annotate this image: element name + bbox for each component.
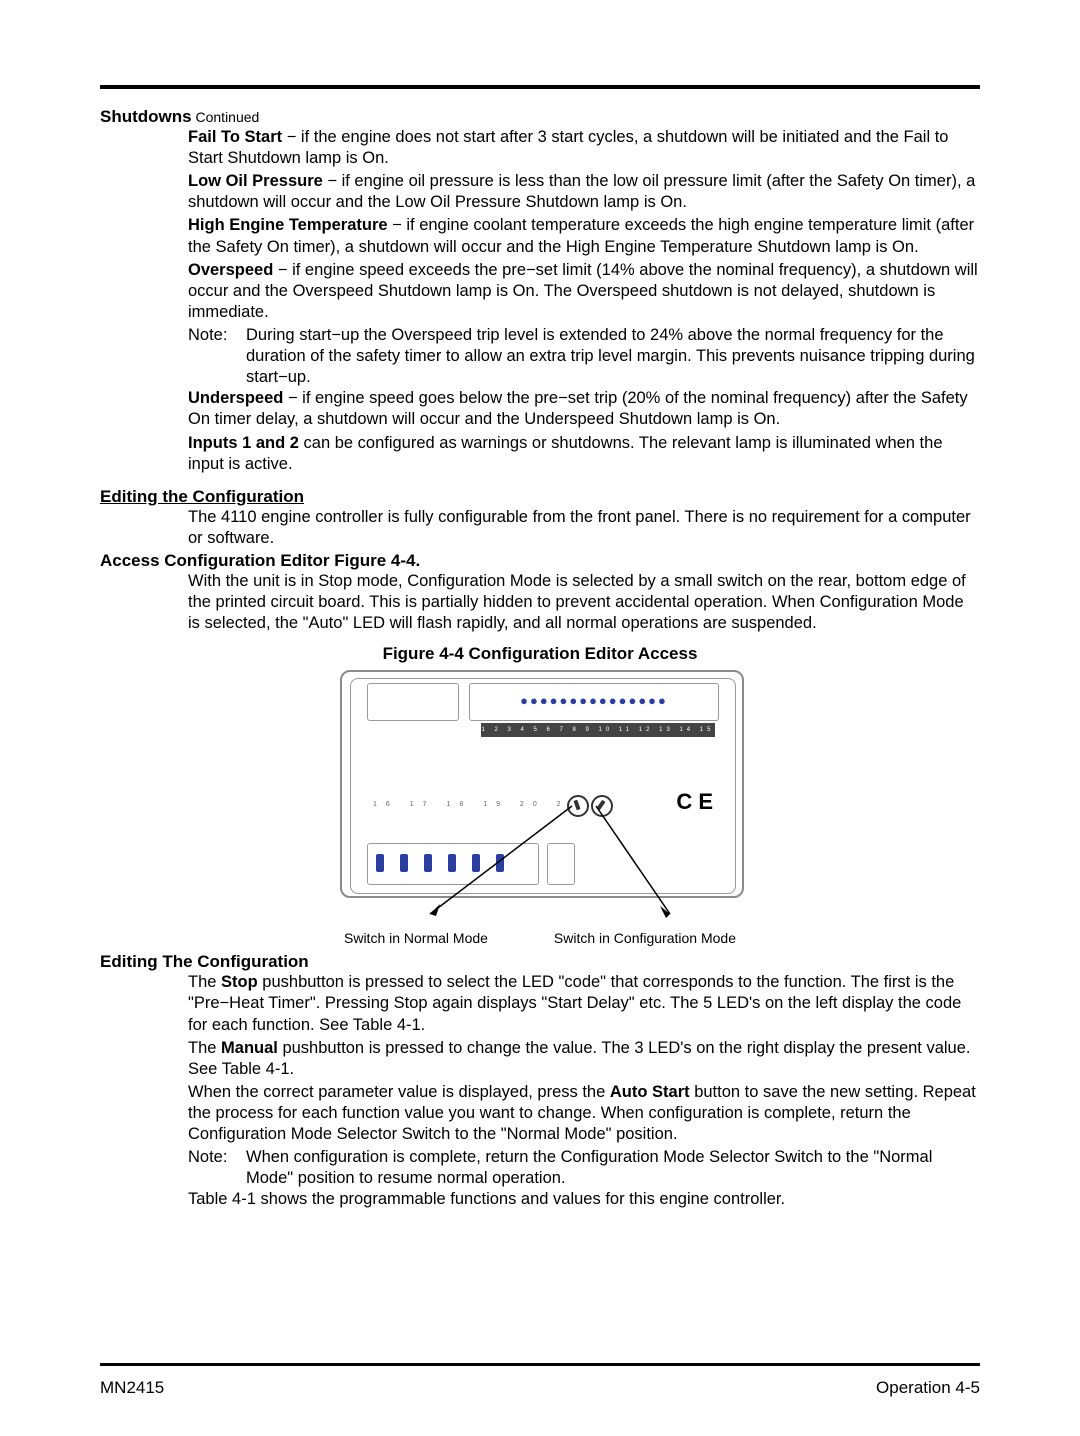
access-ref: Figure 4-4. <box>330 551 421 570</box>
terminal-block-top-right: ●●●●●●●●●●●●●●● <box>469 683 719 721</box>
manual-button-ref: Manual <box>221 1039 278 1057</box>
editing-note-text: When configuration is complete, return t… <box>246 1147 980 1189</box>
footer-left: MN2415 <box>100 1378 164 1398</box>
editing-heading: Editing the Configuration <box>100 487 980 507</box>
shutdowns-heading: Shutdowns Continued <box>100 107 980 127</box>
figure-label-left: Switch in Normal Mode <box>344 930 488 946</box>
high-temp-label: High Engine Temperature <box>188 216 388 234</box>
terminal-numbers-top: 1 2 3 4 5 6 7 8 9 10 11 12 13 14 15 <box>481 723 715 737</box>
note-label: Note: <box>188 325 236 388</box>
connector-block <box>547 843 575 885</box>
access-heading: Access Configuration Editor <box>100 551 330 570</box>
editing-p1: The Stop pushbutton is pressed to select… <box>188 972 980 1035</box>
editing-note: Note: When configuration is complete, re… <box>188 1147 980 1189</box>
low-oil: Low Oil Pressure − if engine oil pressur… <box>188 171 980 213</box>
footer-right: Operation 4-5 <box>876 1378 980 1398</box>
inputs-text: can be configured as warnings or shutdow… <box>188 434 943 473</box>
editing-p4: Table 4-1 shows the programmable functio… <box>188 1189 980 1210</box>
inputs-label: Inputs 1 and 2 <box>188 434 299 452</box>
editing-p2: The Manual pushbutton is pressed to chan… <box>188 1038 980 1080</box>
inputs: Inputs 1 and 2 can be configured as warn… <box>188 433 980 475</box>
shutdowns-continued: Continued <box>192 109 260 125</box>
terminal-block-top-left <box>367 683 459 721</box>
figure-caption: Figure 4-4 Configuration Editor Access <box>100 644 980 664</box>
overspeed-text: − if engine speed exceeds the pre−set li… <box>188 261 978 321</box>
switch-config <box>591 795 613 817</box>
editing-config-heading: Editing The Configuration <box>100 952 980 972</box>
access-text: With the unit is in Stop mode, Configura… <box>188 571 980 634</box>
note-text: During start−up the Overspeed trip level… <box>246 325 980 388</box>
overspeed-note: Note: During start−up the Overspeed trip… <box>188 325 980 388</box>
high-temp: High Engine Temperature − if engine cool… <box>188 215 980 257</box>
fail-to-start: Fail To Start − if the engine does not s… <box>188 127 980 169</box>
low-oil-label: Low Oil Pressure <box>188 172 323 190</box>
auto-start-button-ref: Auto Start <box>610 1083 690 1101</box>
top-rule <box>100 85 980 89</box>
overspeed-label: Overspeed <box>188 261 273 279</box>
switch-normal <box>567 795 589 817</box>
figure-4-4: ●●●●●●●●●●●●●●● 1 2 3 4 5 6 7 8 9 10 11 … <box>340 670 740 946</box>
terminal-dots: ●●●●●●●●●●●●●●● <box>470 693 718 708</box>
terminal-block-bottom <box>367 843 539 885</box>
overspeed: Overspeed − if engine speed exceeds the … <box>188 260 980 323</box>
figure-label-right: Switch in Configuration Mode <box>554 930 736 946</box>
fail-to-start-text: − if the engine does not start after 3 s… <box>188 128 948 167</box>
fail-to-start-label: Fail To Start <box>188 128 282 146</box>
terminal-numbers-bottom: 16 17 18 19 20 21 <box>373 801 582 808</box>
ce-mark: C E <box>676 789 713 815</box>
pcb-board: ●●●●●●●●●●●●●●● 1 2 3 4 5 6 7 8 9 10 11 … <box>340 670 744 898</box>
editing-note-label: Note: <box>188 1147 236 1189</box>
shutdowns-title: Shutdowns <box>100 107 192 126</box>
bottom-rule <box>100 1363 980 1366</box>
editing-p3: When the correct parameter value is disp… <box>188 1082 980 1145</box>
access-heading-row: Access Configuration Editor Figure 4-4. <box>100 551 980 571</box>
underspeed-label: Underspeed <box>188 389 283 407</box>
underspeed-text: − if engine speed goes below the pre−set… <box>188 389 968 428</box>
editing-intro: The 4110 engine controller is fully conf… <box>188 507 980 549</box>
stop-button-ref: Stop <box>221 973 258 991</box>
underspeed: Underspeed − if engine speed goes below … <box>188 388 980 430</box>
